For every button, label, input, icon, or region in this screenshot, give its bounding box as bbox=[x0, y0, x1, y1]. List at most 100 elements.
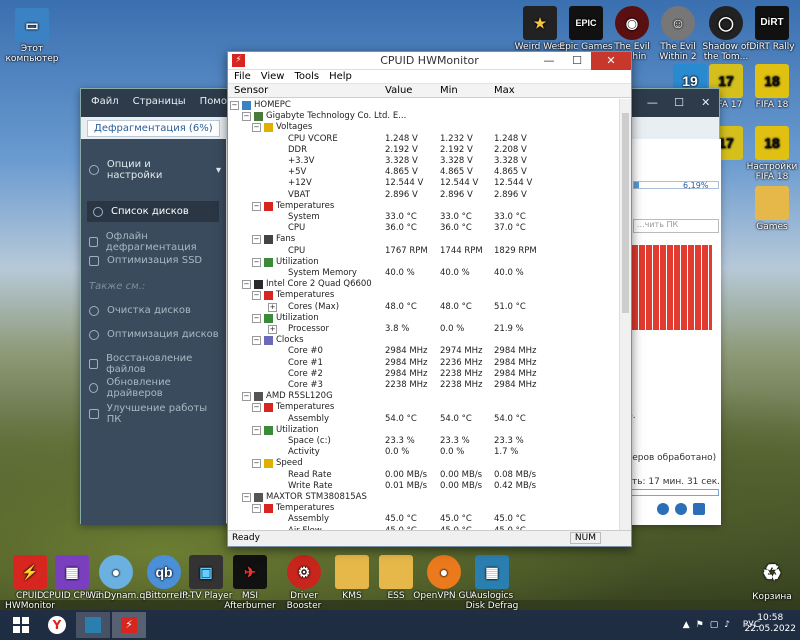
sensor-row[interactable]: +5V 4.865 V 4.865 V 4.865 V bbox=[228, 167, 620, 178]
column-value[interactable]: Value bbox=[385, 85, 412, 96]
collapse-toggle-icon[interactable]: − bbox=[252, 291, 261, 301]
system-tray-icons[interactable]: ▲⚑▢♪ bbox=[683, 620, 736, 631]
sensor-row[interactable]: Assembly 45.0 °C 45.0 °C 45.0 °C bbox=[228, 514, 620, 525]
sensor-row[interactable]: +12V 12.544 V 12.544 V 12.544 V bbox=[228, 178, 620, 189]
sensor-row[interactable]: − AMD R5SL120G bbox=[228, 391, 620, 402]
menu-help[interactable]: Help bbox=[329, 71, 352, 82]
close-icon[interactable]: ✕ bbox=[692, 89, 719, 117]
play-icon[interactable] bbox=[657, 503, 669, 515]
collapse-toggle-icon[interactable]: − bbox=[252, 201, 261, 211]
taskbar-hwmonitor[interactable]: ⚡ bbox=[112, 612, 146, 638]
desktop-icon-dirt-rally[interactable]: DiRT DiRT Rally bbox=[740, 6, 800, 52]
desktop-icon-this-pc[interactable]: ▭ Этот компьютер bbox=[0, 8, 64, 64]
chevron-down-icon[interactable] bbox=[693, 503, 705, 515]
sensor-row[interactable]: − MAXTOR STM380815AS bbox=[228, 492, 620, 503]
link-driver-update[interactable]: Обновление драйверов bbox=[89, 377, 221, 399]
defrag-action-button[interactable]: ...чить ПК bbox=[633, 219, 719, 233]
maximize-icon[interactable]: ☐ bbox=[666, 89, 693, 117]
start-button[interactable] bbox=[4, 612, 38, 638]
expand-toggle-icon[interactable]: + bbox=[268, 302, 277, 312]
collapse-toggle-icon[interactable]: − bbox=[252, 123, 261, 133]
minimize-icon[interactable]: — bbox=[535, 52, 563, 70]
collapse-toggle-icon[interactable]: − bbox=[242, 280, 251, 290]
link-pc-improvement[interactable]: Улучшение работы ПК bbox=[89, 403, 221, 425]
sensor-row[interactable]: +3.3V 3.328 V 3.328 V 3.328 V bbox=[228, 156, 620, 167]
sensor-row[interactable]: CPU 36.0 °C 36.0 °C 37.0 °C bbox=[228, 223, 620, 234]
collapse-toggle-icon[interactable]: − bbox=[252, 403, 261, 413]
sensor-row[interactable]: Activity 0.0 % 0.0 % 1.7 % bbox=[228, 447, 620, 458]
desktop-icon-recycle-bin[interactable]: ♻ Корзина bbox=[740, 556, 800, 603]
sensor-row[interactable]: CPU 1767 RPM 1744 RPM 1829 RPM bbox=[228, 246, 620, 257]
sensor-row[interactable]: − Utilization bbox=[228, 313, 620, 324]
link-disk-optimization[interactable]: Оптимизация дисков bbox=[89, 329, 221, 340]
sensor-row[interactable]: System Memory 40.0 % 40.0 % 40.0 % bbox=[228, 268, 620, 279]
menu-view[interactable]: View bbox=[261, 71, 285, 82]
link-disk-cleanup[interactable]: Очистка дисков bbox=[89, 305, 221, 316]
sensor-row[interactable]: − Gigabyte Technology Co. Ltd. E... bbox=[228, 111, 620, 122]
column-min[interactable]: Min bbox=[440, 85, 458, 96]
sensor-row[interactable]: − Utilization bbox=[228, 257, 620, 268]
sensor-row[interactable]: Core #2 2984 MHz 2238 MHz 2984 MHz bbox=[228, 369, 620, 380]
collapse-toggle-icon[interactable]: − bbox=[230, 101, 239, 110]
desktop-icon-fifa-18[interactable]: 18 FIFA 18 bbox=[740, 64, 800, 110]
sidebar-item-ssd-optimization[interactable]: Оптимизация SSD bbox=[89, 255, 221, 266]
collapse-toggle-icon[interactable]: − bbox=[252, 257, 261, 267]
taskbar-yandex-browser[interactable]: Y bbox=[40, 612, 74, 638]
sensor-row[interactable]: VBAT 2.896 V 2.896 V 2.896 V bbox=[228, 190, 620, 201]
desktop-icon-fifa-18-settings[interactable]: 18 Настройки FIFA 18 bbox=[740, 126, 800, 182]
sensor-row[interactable]: DDR 2.192 V 2.192 V 2.208 V bbox=[228, 145, 620, 156]
clock[interactable]: 10:58 22.05.2022 bbox=[744, 613, 796, 635]
sensor-row[interactable]: Assembly 54.0 °C 54.0 °C 54.0 °C bbox=[228, 414, 620, 425]
hwmonitor-window[interactable]: ⚡ CPUID HWMonitor — ☐ ✕ File View Tools … bbox=[227, 51, 632, 547]
sensor-row[interactable]: − Temperatures bbox=[228, 201, 620, 212]
collapse-toggle-icon[interactable]: − bbox=[252, 336, 261, 346]
gear-icon[interactable] bbox=[675, 503, 687, 515]
link-file-recovery[interactable]: Восстановление файлов bbox=[89, 353, 221, 375]
vertical-scrollbar[interactable] bbox=[619, 99, 631, 531]
menu-file[interactable]: File bbox=[234, 71, 251, 82]
sensor-row[interactable]: + Processor 3.8 % 0.0 % 21.9 % bbox=[228, 324, 620, 335]
menu-tools[interactable]: Tools bbox=[294, 71, 319, 82]
collapse-toggle-icon[interactable]: − bbox=[242, 392, 251, 402]
sensor-row[interactable]: − Utilization bbox=[228, 425, 620, 436]
sensor-row[interactable]: Write Rate 0.01 MB/s 0.00 MB/s 0.42 MB/s bbox=[228, 481, 620, 492]
collapse-toggle-icon[interactable]: − bbox=[252, 313, 261, 323]
collapse-toggle-icon[interactable]: − bbox=[252, 459, 261, 469]
sensor-row[interactable]: − Temperatures bbox=[228, 290, 620, 301]
sensor-row[interactable]: − Clocks bbox=[228, 335, 620, 346]
collapse-toggle-icon[interactable]: − bbox=[252, 504, 261, 514]
menu-pages[interactable]: Страницы bbox=[133, 96, 186, 107]
column-sensor[interactable]: Sensor bbox=[234, 85, 268, 96]
desktop-icon-auslogics[interactable]: ▦ Auslogics Disk Defrag bbox=[460, 555, 524, 611]
sidebar-item-offline-defrag[interactable]: Офлайн дефрагментация bbox=[89, 231, 221, 253]
sensor-row[interactable]: − Intel Core 2 Quad Q6600 bbox=[228, 279, 620, 290]
collapse-toggle-icon[interactable]: − bbox=[242, 493, 251, 502]
menu-file[interactable]: Файл bbox=[91, 96, 119, 107]
sensor-row[interactable]: − HOMEPC bbox=[228, 100, 620, 111]
sensor-row[interactable]: CPU VCORE 1.248 V 1.232 V 1.248 V bbox=[228, 134, 620, 145]
sensor-row[interactable]: + Cores (Max) 48.0 °C 48.0 °C 51.0 °C bbox=[228, 302, 620, 313]
sidebar-item-disk-list[interactable]: Список дисков bbox=[87, 201, 219, 222]
collapse-toggle-icon[interactable]: − bbox=[252, 425, 261, 435]
sensor-row[interactable]: − Temperatures bbox=[228, 402, 620, 413]
expand-toggle-icon[interactable]: + bbox=[268, 325, 277, 334]
sensor-row[interactable]: Core #3 2238 MHz 2238 MHz 2984 MHz bbox=[228, 380, 620, 391]
close-icon[interactable]: ✕ bbox=[591, 52, 631, 70]
sensor-row[interactable]: − Temperatures bbox=[228, 503, 620, 514]
collapse-toggle-icon[interactable]: − bbox=[252, 235, 261, 245]
maximize-icon[interactable]: ☐ bbox=[563, 52, 591, 70]
taskbar-auslogics[interactable] bbox=[76, 612, 110, 638]
sensor-tree[interactable]: − HOMEPC − Gigabyte Technology Co. Ltd. E..… bbox=[228, 99, 620, 531]
sensor-row[interactable]: − Speed bbox=[228, 458, 620, 469]
scrollbar-thumb[interactable] bbox=[622, 113, 629, 313]
sensor-row[interactable]: Core #0 2984 MHz 2974 MHz 2984 MHz bbox=[228, 346, 620, 357]
column-max[interactable]: Max bbox=[494, 85, 515, 96]
desktop-icon-games-folder[interactable]: Games bbox=[740, 186, 800, 232]
tab-defragmentation[interactable]: Дефрагментация (6%) bbox=[87, 120, 220, 137]
options-settings-button[interactable]: Опции и настройки ▾ bbox=[89, 159, 221, 181]
sensor-row[interactable]: System 33.0 °C 33.0 °C 33.0 °C bbox=[228, 212, 620, 223]
sensor-row[interactable]: Read Rate 0.00 MB/s 0.00 MB/s 0.08 MB/s bbox=[228, 470, 620, 481]
sensor-row[interactable]: − Voltages bbox=[228, 122, 620, 133]
sensor-row[interactable]: Space (c:) 23.3 % 23.3 % 23.3 % bbox=[228, 436, 620, 447]
sensor-row[interactable]: − Fans bbox=[228, 234, 620, 245]
